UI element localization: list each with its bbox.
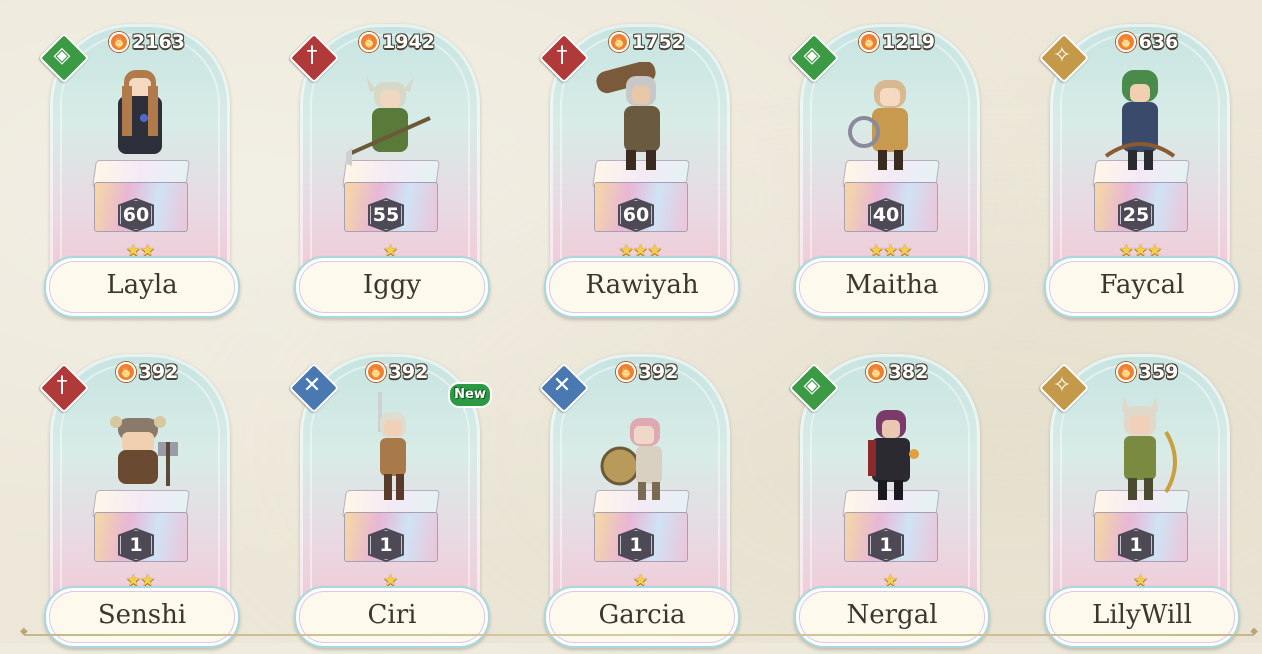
level-badge: 40 — [868, 198, 904, 232]
hero-card-rawiyah[interactable]: † ♨ 1752 60 ★★★ Rawiyah — [538, 24, 740, 324]
level-badge: 55 — [368, 198, 404, 232]
hero-card-layla[interactable]: ◈ ♨ 2163 60 ★★ Layla — [38, 24, 240, 324]
power-value: 392 — [638, 361, 679, 383]
hero-name: LilyWill — [1044, 586, 1240, 648]
hero-name: Senshi — [44, 586, 240, 648]
level-badge: 25 — [1118, 198, 1154, 232]
hero-name: Garcia — [544, 586, 740, 648]
hero-name: Iggy — [294, 256, 490, 318]
hero-roster-grid: ◈ ♨ 2163 60 ★★ Layla † ♨ 1942 55 ★ Iggy … — [0, 0, 1262, 648]
level-badge: 1 — [618, 528, 654, 562]
level-badge: 1 — [868, 528, 904, 562]
power-value: 359 — [1138, 361, 1179, 383]
hero-sprite — [346, 76, 431, 166]
hero-name: Layla — [44, 256, 240, 318]
combat-power: ♨ 359 — [1102, 360, 1192, 384]
hero-card-nergal[interactable]: ◈ ♨ 382 1 ★ Nergal — [788, 354, 990, 654]
hero-card-lilywill[interactable]: ✧ ♨ 359 1 ★ LilyWill — [1038, 354, 1240, 654]
hero-card-iggy[interactable]: † ♨ 1942 55 ★ Iggy — [288, 24, 490, 324]
hero-sprite — [118, 70, 162, 154]
fire-icon: ♨ — [615, 362, 636, 382]
hero-card-senshi[interactable]: † ♨ 392 1 ★★ Senshi — [38, 354, 240, 654]
hero-sprite — [600, 418, 662, 500]
hero-sprite — [1122, 396, 1177, 500]
fire-icon: ♨ — [865, 362, 886, 382]
sword-icon: † — [288, 32, 340, 84]
bottom-divider — [20, 626, 1258, 637]
new-badge: New — [448, 382, 492, 408]
hero-name: Rawiyah — [544, 256, 740, 318]
hero-card-ciri[interactable]: ✕ ♨ 392 New 1 ★ Ciri — [288, 354, 492, 654]
power-value: 1219 — [882, 31, 935, 53]
power-value: 392 — [138, 361, 179, 383]
compass-star-icon: ✧ — [1038, 362, 1090, 414]
level-badge: 1 — [368, 528, 404, 562]
hero-sprite — [110, 416, 178, 486]
compass-star-icon: ✧ — [1038, 32, 1090, 84]
hero-name: Maitha — [794, 256, 990, 318]
hero-name: Ciri — [294, 586, 490, 648]
fire-icon: ♨ — [1115, 32, 1136, 52]
hero-sprite — [378, 392, 406, 500]
power-value: 1942 — [382, 31, 435, 53]
shield-icon: ◈ — [38, 32, 90, 84]
fire-icon: ♨ — [115, 362, 136, 382]
combat-power: ♨ 2163 — [102, 30, 192, 54]
hero-name: Nergal — [794, 586, 990, 648]
fire-icon: ♨ — [1115, 362, 1136, 382]
combat-power: ♨ 1942 — [352, 30, 442, 54]
hero-sprite — [1104, 70, 1176, 170]
power-value: 392 — [388, 361, 429, 383]
combat-power: ♨ 392 — [602, 360, 692, 384]
sword-icon: † — [38, 362, 90, 414]
fire-icon: ♨ — [859, 32, 880, 52]
hero-card-maitha[interactable]: ◈ ♨ 1219 40 ★★★ Maitha — [788, 24, 990, 324]
crossed-blades-icon: ✕ — [288, 362, 340, 414]
sword-icon: † — [538, 32, 590, 84]
hero-sprite — [848, 80, 908, 170]
power-value: 636 — [1138, 31, 1179, 53]
level-badge: 1 — [1118, 528, 1154, 562]
hero-name: Faycal — [1044, 256, 1240, 318]
crossed-blades-icon: ✕ — [538, 362, 590, 414]
hero-card-faycal[interactable]: ✧ ♨ 636 25 ★★★ Faycal — [1038, 24, 1240, 324]
power-value: 1752 — [632, 31, 685, 53]
fire-icon: ♨ — [109, 32, 130, 52]
level-badge: 1 — [118, 528, 154, 562]
hero-sprite — [868, 410, 919, 500]
combat-power: ♨ 392 — [102, 360, 192, 384]
level-badge: 60 — [118, 198, 154, 232]
shield-icon: ◈ — [788, 32, 840, 84]
combat-power: ♨ 1752 — [602, 30, 692, 54]
fire-icon: ♨ — [365, 362, 386, 382]
combat-power: ♨ 1219 — [852, 30, 942, 54]
combat-power: ♨ 392 — [352, 360, 442, 384]
level-badge: 60 — [618, 198, 654, 232]
power-value: 2163 — [132, 31, 185, 53]
fire-icon: ♨ — [359, 32, 380, 52]
combat-power: ♨ 382 — [852, 360, 942, 384]
fire-icon: ♨ — [609, 32, 630, 52]
hero-card-garcia[interactable]: ✕ ♨ 392 1 ★ Garcia — [538, 354, 740, 654]
shield-icon: ◈ — [788, 362, 840, 414]
hero-sprite — [596, 62, 660, 170]
combat-power: ♨ 636 — [1102, 30, 1192, 54]
power-value: 382 — [888, 361, 929, 383]
